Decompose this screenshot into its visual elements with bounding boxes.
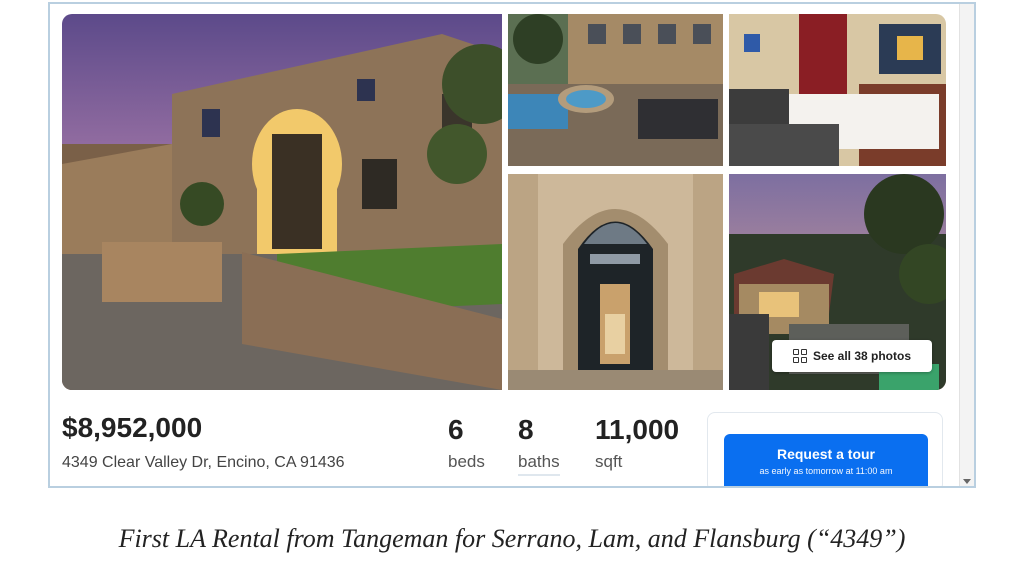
listing-card: See all 38 photos $8,952,000 4349 Clear … xyxy=(48,2,976,488)
request-tour-sublabel: as early as tomorrow at 11:00 am xyxy=(759,466,893,476)
grid-icon xyxy=(792,349,807,363)
beds-label: beds xyxy=(448,452,485,471)
page-scrollbar[interactable] xyxy=(959,4,974,486)
photo-gallery: See all 38 photos xyxy=(62,14,946,390)
beds-value: 6 xyxy=(448,414,464,445)
baths-value: 8 xyxy=(518,414,534,445)
sqft-stat: 11,000 sqft xyxy=(595,414,679,472)
home-theater-photo[interactable] xyxy=(729,14,946,166)
listing-address: 4349 Clear Valley Dr, Encino, CA 91436 xyxy=(62,454,345,471)
main-house-photo[interactable] xyxy=(62,14,502,390)
listing-summary: $8,952,000 4349 Clear Valley Dr, Encino,… xyxy=(62,404,943,486)
entry-door-photo[interactable] xyxy=(508,174,723,390)
request-tour-label: Request a tour xyxy=(776,446,875,462)
baths-label: baths xyxy=(518,452,560,476)
baths-stat: 8 baths xyxy=(518,414,560,476)
see-all-photos-label: See all 38 photos xyxy=(812,349,912,363)
scroll-down-arrow-icon[interactable] xyxy=(963,479,971,484)
beds-stat: 6 beds xyxy=(448,414,485,472)
request-tour-button[interactable]: Request a tour as early as tomorrow at 1… xyxy=(724,434,928,486)
sqft-value: 11,000 xyxy=(595,414,680,445)
tour-request-panel: Request a tour as early as tomorrow at 1… xyxy=(707,412,943,486)
pool-photo[interactable] xyxy=(508,14,723,166)
see-all-photos-button[interactable]: See all 38 photos xyxy=(772,340,932,372)
sqft-label: sqft xyxy=(595,452,623,471)
slide-caption: First LA Rental from Tangeman for Serran… xyxy=(118,524,906,553)
listing-price: $8,952,000 xyxy=(62,412,203,443)
